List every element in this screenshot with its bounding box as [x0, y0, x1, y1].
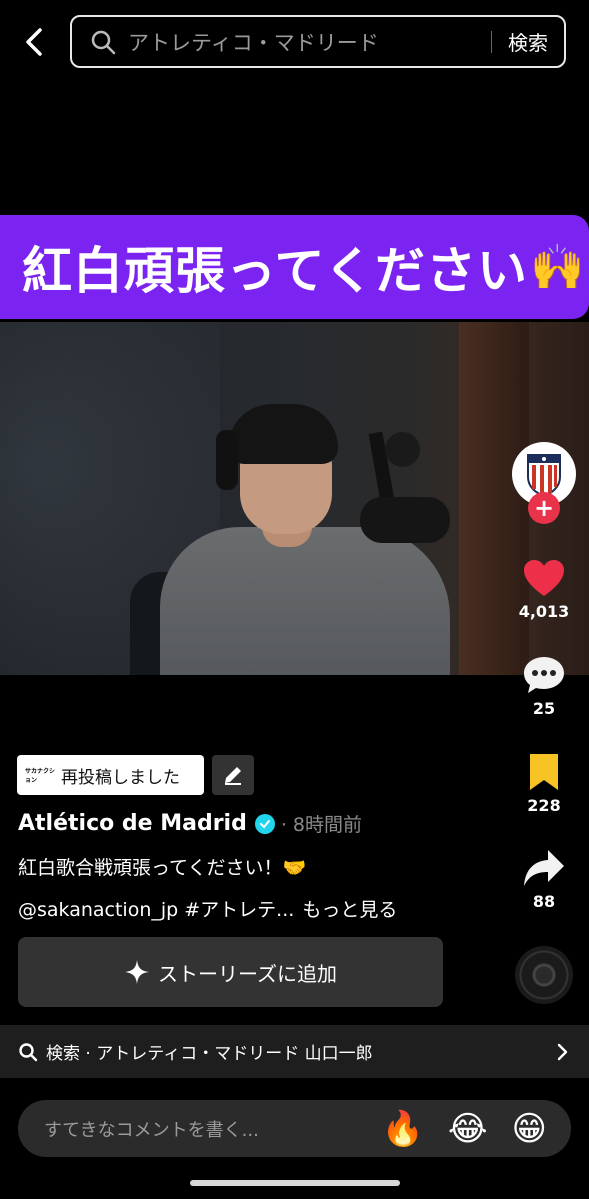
- share-count: 88: [532, 892, 556, 911]
- chevron-left-icon: [26, 28, 42, 56]
- video-microphone: [360, 497, 450, 543]
- follow-button[interactable]: +: [528, 492, 560, 524]
- repost-label: 再投稿しました: [61, 767, 180, 788]
- video-person-shirt: [160, 527, 450, 675]
- search-button[interactable]: 検索: [508, 27, 548, 56]
- search-query-text: アトレティコ・マドリード: [128, 30, 379, 55]
- bookmark-button[interactable]: 228: [512, 752, 576, 815]
- share-arrow-icon: [524, 850, 564, 886]
- post-tags-row: @sakanaction_jp #アトレテ... もっと見る: [18, 895, 397, 922]
- edit-repost-button[interactable]: [212, 755, 254, 795]
- like-count: 4,013: [518, 602, 570, 621]
- video-headphone: [216, 430, 238, 490]
- search-input[interactable]: アトレティコ・マドリード 検索: [70, 15, 566, 68]
- share-button[interactable]: 88: [512, 848, 576, 911]
- sparkle-icon: [125, 960, 149, 984]
- back-button[interactable]: [16, 22, 52, 62]
- laughing-emoji-button[interactable]: 😂: [448, 1112, 488, 1146]
- see-more-link[interactable]: もっと見る: [302, 895, 397, 922]
- verified-badge-icon: [254, 813, 275, 834]
- related-search-bar[interactable]: 検索 · アトレティコ・マドリード 山口一郎: [0, 1025, 589, 1078]
- comment-count: 25: [532, 699, 556, 718]
- music-disc-icon[interactable]: [515, 946, 573, 1004]
- comment-bubble-icon: [524, 657, 564, 693]
- video-caption-banner: 紅白頑張ってください 🙌: [0, 215, 589, 319]
- bookmark-count: 228: [527, 796, 561, 815]
- search-icon: [19, 1042, 38, 1061]
- comment-button[interactable]: 25: [512, 655, 576, 718]
- author-name[interactable]: Atlético de Madrid: [18, 811, 247, 836]
- post-timestamp: · 8時間前: [280, 814, 363, 836]
- raised-hands-emoji: 🙌: [530, 242, 585, 293]
- like-button[interactable]: 4,013: [512, 558, 576, 621]
- search-divider: [491, 30, 492, 53]
- post-description: 紅白歌合戦頑張ってください！🤝: [18, 857, 307, 879]
- video-player[interactable]: [0, 322, 589, 675]
- comment-input[interactable]: すてきなコメントを書く... 🔥 😂 😁: [18, 1100, 571, 1157]
- chevron-right-icon: [557, 1043, 568, 1060]
- repost-badge[interactable]: サカナクション 再投稿しました: [17, 755, 204, 795]
- grin-emoji-button[interactable]: 😁: [512, 1112, 547, 1146]
- video-mic-joint: [385, 432, 420, 467]
- author-row: Atlético de Madrid · 8時間前: [18, 810, 362, 837]
- atletico-madrid-crest-icon: [527, 454, 561, 497]
- pencil-icon: [225, 767, 241, 785]
- repost-account-logo: サカナクション: [25, 768, 56, 784]
- heart-icon: [524, 560, 564, 596]
- video-person-hair: [228, 404, 338, 464]
- bookmark-icon: [530, 754, 558, 790]
- add-to-story-button[interactable]: ストーリーズに追加: [18, 937, 443, 1007]
- related-search-text: 検索 · アトレティコ・マドリード 山口一郎: [46, 1044, 373, 1064]
- post-tags[interactable]: @sakanaction_jp #アトレテ...: [18, 895, 294, 922]
- video-curtain: [459, 322, 529, 675]
- home-indicator[interactable]: [190, 1180, 400, 1186]
- search-icon: [88, 27, 118, 57]
- fire-emoji-button[interactable]: 🔥: [381, 1112, 423, 1146]
- add-to-story-label: ストーリーズに追加: [158, 961, 337, 986]
- caption-text: 紅白頑張ってください: [22, 242, 528, 300]
- comment-placeholder: すてきなコメントを書く...: [44, 1119, 259, 1141]
